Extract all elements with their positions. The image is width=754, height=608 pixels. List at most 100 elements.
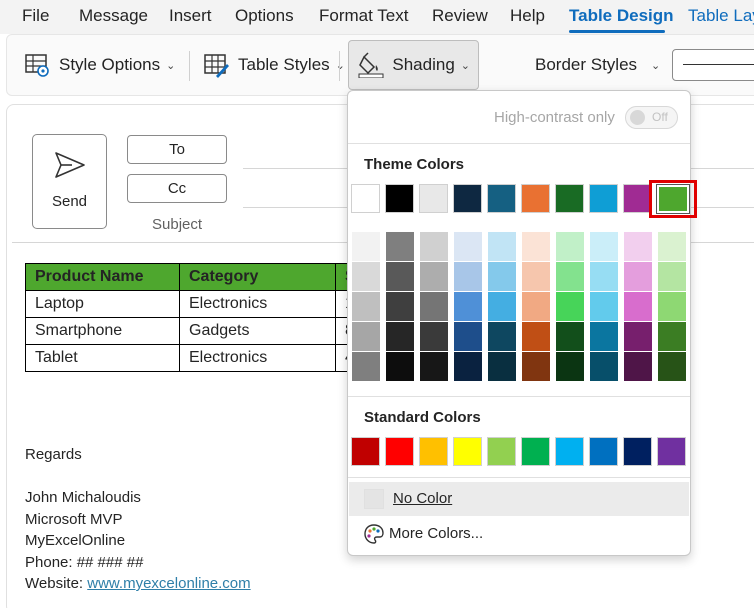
theme-color-swatch[interactable] [589,184,618,213]
standard-color-swatch[interactable] [589,437,618,466]
theme-shade-swatch[interactable] [556,232,584,261]
standard-color-swatch[interactable] [657,437,686,466]
theme-shade-swatch[interactable] [658,292,686,321]
border-line-style-dropdown[interactable] [672,49,754,81]
standard-color-swatch[interactable] [385,437,414,466]
product-table[interactable]: Product Name Category S Laptop Electroni… [25,263,376,372]
menu-table-design[interactable]: Table Design [569,6,674,26]
theme-shade-swatch[interactable] [624,262,652,291]
theme-shade-swatch[interactable] [488,352,516,381]
theme-color-swatch[interactable] [351,184,380,213]
theme-shade-swatch[interactable] [624,292,652,321]
theme-shade-swatch[interactable] [386,322,414,351]
standard-color-swatch[interactable] [351,437,380,466]
theme-color-swatch[interactable] [419,184,448,213]
standard-color-swatch[interactable] [419,437,448,466]
menu-file[interactable]: File [22,6,49,26]
theme-shade-swatch[interactable] [454,352,482,381]
table-cell[interactable]: Gadgets [179,317,336,345]
theme-shade-swatch[interactable] [386,352,414,381]
theme-shade-swatch[interactable] [420,322,448,351]
to-button[interactable]: To [127,135,227,164]
theme-shade-swatch[interactable] [590,322,618,351]
standard-color-swatch[interactable] [521,437,550,466]
theme-shade-swatch[interactable] [420,262,448,291]
theme-shade-swatch[interactable] [454,232,482,261]
theme-shade-swatch[interactable] [386,262,414,291]
standard-color-swatch[interactable] [555,437,584,466]
shading-button[interactable]: Shading ⌄ [348,40,479,90]
theme-shade-swatch[interactable] [386,232,414,261]
table-styles-button[interactable]: Table Styles ⌄ [202,40,345,90]
theme-shade-swatch[interactable] [556,352,584,381]
theme-shade-swatch[interactable] [624,232,652,261]
theme-shade-swatch[interactable] [454,262,482,291]
theme-shade-swatch[interactable] [420,292,448,321]
cc-button[interactable]: Cc [127,174,227,203]
theme-shade-swatch[interactable] [590,262,618,291]
theme-shade-swatch[interactable] [590,232,618,261]
menu-options[interactable]: Options [235,6,294,26]
website-link[interactable]: www.myexcelonline.com [87,575,250,592]
menu-review[interactable]: Review [432,6,488,26]
theme-color-swatch[interactable] [555,184,584,213]
standard-color-swatch[interactable] [453,437,482,466]
theme-shade-swatch[interactable] [352,232,380,261]
theme-shade-swatch[interactable] [454,322,482,351]
menu-format-text[interactable]: Format Text [319,6,408,26]
theme-shade-swatch[interactable] [658,232,686,261]
table-cell[interactable]: Laptop [25,290,180,318]
theme-color-swatch[interactable] [453,184,482,213]
theme-shade-swatch[interactable] [352,322,380,351]
table-cell[interactable]: Smartphone [25,317,180,345]
send-button[interactable]: Send [32,134,107,229]
theme-shade-swatch[interactable] [454,292,482,321]
standard-color-swatch[interactable] [623,437,652,466]
menu-insert[interactable]: Insert [169,6,212,26]
high-contrast-toggle[interactable]: Off [625,106,678,129]
menu-message[interactable]: Message [79,6,148,26]
theme-shade-swatch[interactable] [488,232,516,261]
border-styles-button[interactable]: Border Styles ⌄ [535,40,660,90]
theme-shade-swatch[interactable] [624,322,652,351]
theme-shade-swatch[interactable] [522,232,550,261]
table-cell[interactable]: Electronics [179,290,336,318]
theme-shade-swatch[interactable] [522,292,550,321]
table-header-cell[interactable]: Product Name [25,263,180,291]
theme-color-swatch[interactable] [623,184,652,213]
menu-help[interactable]: Help [510,6,545,26]
theme-shade-swatch[interactable] [556,292,584,321]
style-options-button[interactable]: Style Options ⌄ [23,40,175,90]
no-color-item[interactable]: No Color [349,482,689,516]
selected-color-highlight[interactable] [649,180,697,218]
more-colors-item[interactable]: More Colors... [349,518,689,550]
theme-shade-swatch[interactable] [352,352,380,381]
standard-color-swatch[interactable] [487,437,516,466]
theme-shade-swatch[interactable] [658,322,686,351]
theme-shade-swatch[interactable] [590,352,618,381]
theme-shade-swatch[interactable] [488,262,516,291]
theme-color-swatch[interactable] [385,184,414,213]
theme-shade-swatch[interactable] [658,262,686,291]
theme-shade-swatch[interactable] [590,292,618,321]
theme-shade-swatch[interactable] [420,232,448,261]
theme-color-swatch[interactable] [521,184,550,213]
table-cell[interactable]: Electronics [179,344,336,372]
theme-shade-swatch[interactable] [352,292,380,321]
table-cell[interactable]: Tablet [25,344,180,372]
theme-shade-swatch[interactable] [658,352,686,381]
menu-table-layout[interactable]: Table Layout [688,6,754,26]
theme-shade-swatch[interactable] [522,262,550,291]
theme-shade-swatch[interactable] [522,352,550,381]
theme-color-swatch[interactable] [487,184,516,213]
table-header-cell[interactable]: Category [179,263,336,291]
theme-shade-swatch[interactable] [522,322,550,351]
theme-shade-swatch[interactable] [556,262,584,291]
theme-shade-swatch[interactable] [556,322,584,351]
theme-shade-swatch[interactable] [352,262,380,291]
theme-shade-swatch[interactable] [420,352,448,381]
theme-shade-swatch[interactable] [386,292,414,321]
theme-shade-swatch[interactable] [488,292,516,321]
theme-shade-swatch[interactable] [488,322,516,351]
theme-shade-swatch[interactable] [624,352,652,381]
